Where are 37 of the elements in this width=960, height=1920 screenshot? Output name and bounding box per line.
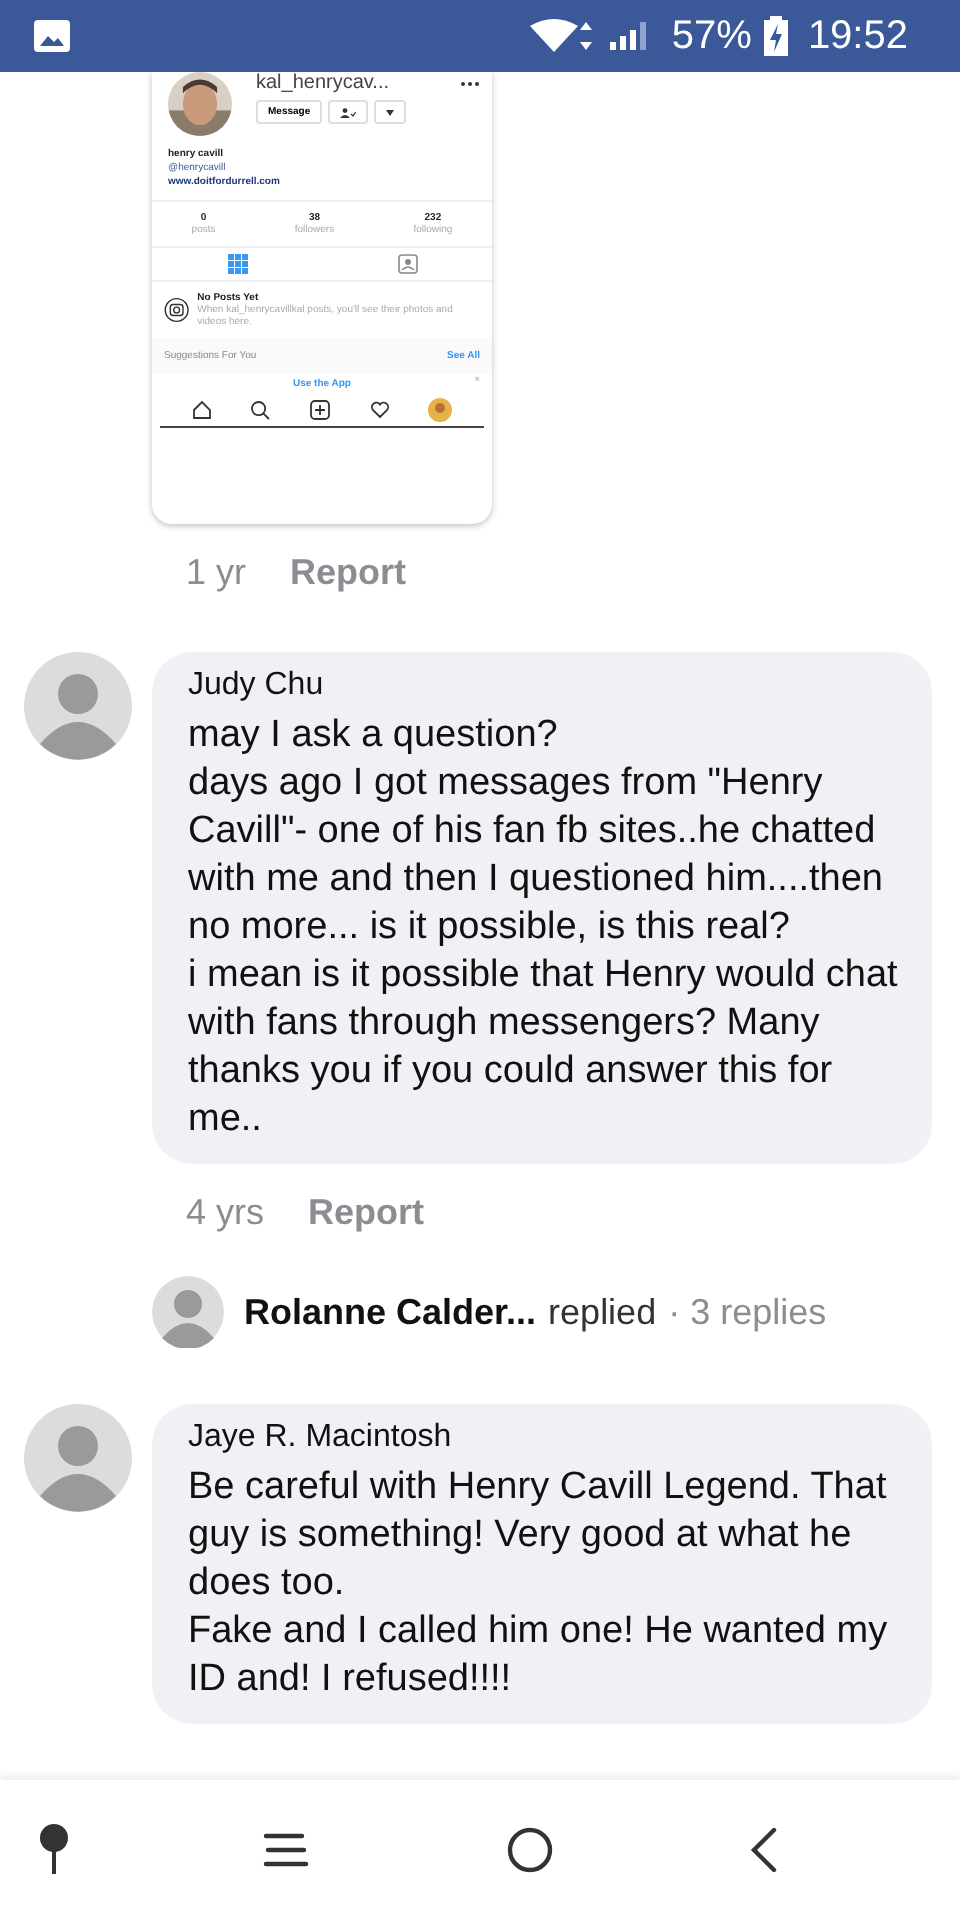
profile-username: kal_henrycav... — [256, 72, 390, 94]
signal-icon — [607, 20, 652, 52]
menu-icon[interactable] — [262, 1830, 311, 1870]
dropdown-button[interactable] — [374, 100, 407, 124]
comment-author[interactable]: Jaye R. Macintosh — [188, 1420, 908, 1456]
heart-icon[interactable] — [369, 400, 390, 420]
tagged-icon[interactable] — [397, 254, 417, 274]
comment-time: 4 yrs — [186, 1192, 265, 1236]
home-button-icon[interactable] — [505, 1826, 554, 1874]
report-link[interactable]: Report — [290, 552, 407, 596]
follow-button[interactable] — [328, 100, 369, 124]
more-icon[interactable] — [460, 79, 480, 87]
search-icon[interactable] — [250, 400, 271, 420]
avatar[interactable] — [24, 652, 132, 760]
camera-icon — [164, 296, 190, 324]
reply-author[interactable]: Rolanne Calder... — [244, 1291, 537, 1333]
avatar[interactable] — [152, 1276, 224, 1348]
report-link[interactable]: Report — [308, 1192, 425, 1236]
add-icon[interactable] — [309, 400, 330, 420]
comment-time: 1 yr — [186, 552, 247, 596]
wifi-icon — [527, 18, 596, 54]
image-icon — [32, 18, 72, 54]
back-icon[interactable] — [747, 1826, 780, 1874]
home-icon[interactable] — [191, 400, 212, 420]
comment-text: may I ask a question? days ago I got messages from "Henry Cavill"- one of his fan fb sites..he chatted with me and then I questioned him....then no more... is it possible, is this real? i mean is it possible that Henry would chat with fans through messengers? Many thanks you if you could answer this for me.. — [188, 712, 900, 1144]
grid-icon[interactable] — [227, 254, 247, 274]
avatar[interactable] — [24, 1404, 132, 1512]
replied-label: replied — [548, 1291, 657, 1333]
battery-charging-icon — [763, 16, 788, 56]
clock: 19:52 — [807, 13, 908, 59]
comment-text: Be careful with Henry Cavill Legend. That guy is something! Very good at what he does too. Fake and I called him one! He wanted my ID and! I refused!!!! — [188, 1464, 890, 1704]
battery-percent: 57% — [671, 13, 752, 59]
caret-icon — [386, 109, 395, 115]
comment-author[interactable]: Judy Chu — [188, 668, 908, 704]
replies-count[interactable]: · 3 replies — [668, 1291, 827, 1333]
pin-icon[interactable] — [40, 1824, 68, 1876]
person-icon — [340, 107, 357, 117]
